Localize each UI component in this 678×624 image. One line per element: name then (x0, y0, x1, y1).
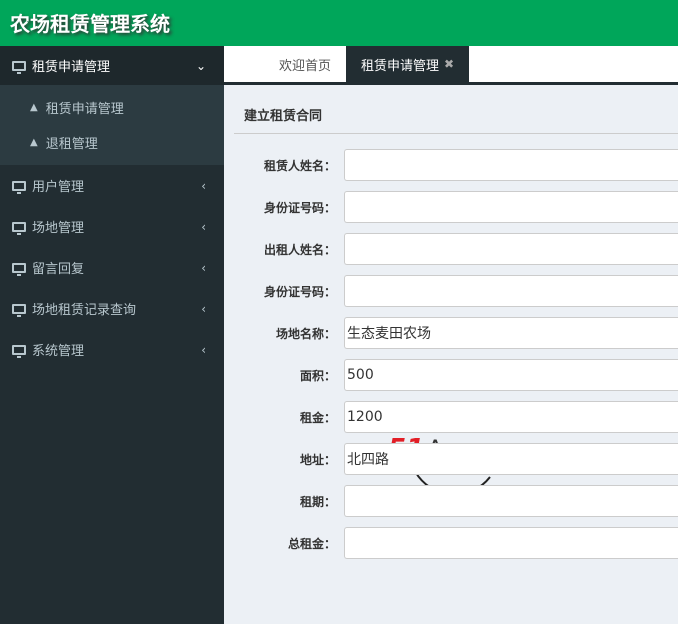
field-label: 租期： (299, 494, 336, 509)
tab-rental-application[interactable]: 租赁申请管理 ✖ (346, 46, 470, 82)
field-input[interactable] (344, 149, 678, 181)
sitemap-icon: ▲ (30, 102, 38, 113)
form-row: 总租金： (234, 522, 678, 564)
sidebar-item-venues[interactable]: 场地管理 ‹ (0, 206, 224, 247)
field-label: 面积： (299, 368, 336, 383)
field-label: 地址： (299, 452, 336, 467)
chevron-left-icon: ‹ (201, 178, 206, 193)
sidebar-item-label: 留言回复 (32, 262, 85, 277)
sidebar-item-label: 租赁申请管理 (32, 60, 111, 75)
monitor-icon (12, 303, 26, 317)
app-title: 农场租赁管理系统 (10, 12, 170, 36)
field-input[interactable] (344, 275, 678, 307)
field-input[interactable] (344, 485, 678, 517)
field-label: 场地名称： (275, 326, 336, 341)
field-input[interactable] (344, 527, 678, 559)
form-row: 场地名称： 生态麦田农场 (234, 312, 678, 354)
tab-welcome[interactable]: 欢迎首页 (224, 46, 346, 82)
sidebar-item-label: 场地租赁记录查询 (32, 303, 137, 318)
chevron-left-icon: ‹ (201, 260, 206, 275)
field-label: 出租人姓名： (263, 242, 336, 257)
form-row: 租期： (234, 480, 678, 522)
form-row: 地址： 北四路 (234, 438, 678, 480)
subitem-label: 退租管理 (45, 137, 98, 152)
subitem-rental-application[interactable]: ▲ 租赁申请管理 (0, 90, 224, 125)
field-value: 北四路 (347, 452, 389, 468)
field-label: 身份证号码： (263, 200, 336, 215)
field-input[interactable]: 生态麦田农场 (344, 317, 678, 349)
panel-title: 建立租赁合同 (234, 96, 678, 134)
sidebar-item-label: 用户管理 (32, 180, 85, 195)
form-row: 身份证号码： (234, 186, 678, 228)
contract-form-panel: 建立租赁合同 租赁人姓名： 身份证号码： 出租人姓名： 身份证号码： 场地名称： 生态麦田… (234, 96, 678, 564)
monitor-icon (12, 344, 26, 358)
sidebar-item-rental-records[interactable]: 场地租赁记录查询 ‹ (0, 288, 224, 329)
field-input[interactable]: 500 (344, 359, 678, 391)
chevron-left-icon: ‹ (201, 342, 206, 357)
field-label: 总租金： (287, 536, 336, 551)
field-value: 500 (347, 367, 374, 383)
subitem-label: 租赁申请管理 (45, 102, 124, 117)
chevron-left-icon: ‹ (201, 219, 206, 234)
field-input[interactable]: 1200 (344, 401, 678, 433)
sidebar-item-label: 场地管理 (32, 221, 85, 236)
monitor-icon (12, 180, 26, 194)
form-row: 出租人姓名： (234, 228, 678, 270)
sitemap-icon: ▲ (30, 137, 38, 148)
chevron-down-icon: ⌄ (195, 58, 206, 73)
field-input[interactable] (344, 191, 678, 223)
tab-bar: 欢迎首页 租赁申请管理 ✖ (224, 46, 678, 85)
field-value: 生态麦田农场 (347, 326, 431, 342)
sidebar-item-rental-application[interactable]: 租赁申请管理 ⌄ (0, 46, 224, 85)
chevron-left-icon: ‹ (201, 301, 206, 316)
field-label: 身份证号码： (263, 284, 336, 299)
tab-label: 租赁申请管理 (361, 58, 440, 74)
sidebar: 租赁申请管理 ⌄ ▲ 租赁申请管理 ▲ 退租管理 用户管理 ‹ 场地管理 ‹ 留言回复 ‹… (0, 46, 224, 624)
submenu: ▲ 租赁申请管理 ▲ 退租管理 (0, 85, 224, 165)
sidebar-item-system[interactable]: 系统管理 ‹ (0, 329, 224, 370)
field-label: 租金： (299, 410, 336, 425)
field-value: 1200 (347, 409, 383, 425)
field-input[interactable]: 北四路 (344, 443, 678, 475)
sidebar-item-label: 系统管理 (32, 344, 85, 359)
form-row: 租赁人姓名： (234, 144, 678, 186)
monitor-icon (12, 60, 26, 74)
field-input[interactable] (344, 233, 678, 265)
form-row: 面积： 500 (234, 354, 678, 396)
field-label: 租赁人姓名： (263, 158, 336, 173)
contract-form: 租赁人姓名： 身份证号码： 出租人姓名： 身份证号码： 场地名称： 生态麦田农场面积： 50… (234, 134, 678, 564)
form-row: 租金： 1200 (234, 396, 678, 438)
monitor-icon (12, 221, 26, 235)
app-header: 农场租赁管理系统 (0, 0, 678, 46)
subitem-terminate-rental[interactable]: ▲ 退租管理 (0, 125, 224, 160)
sidebar-item-users[interactable]: 用户管理 ‹ (0, 165, 224, 206)
close-icon[interactable]: ✖ (444, 57, 454, 71)
sidebar-item-messages[interactable]: 留言回复 ‹ (0, 247, 224, 288)
monitor-icon (12, 262, 26, 276)
form-row: 身份证号码： (234, 270, 678, 312)
